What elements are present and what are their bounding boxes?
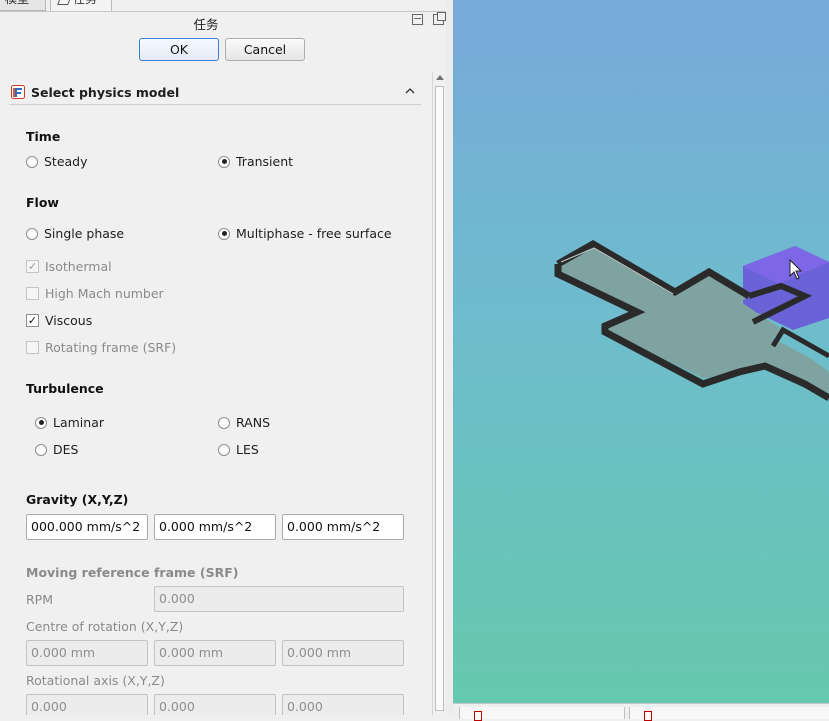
section-title: Select physics model [31, 85, 180, 100]
tab-divider [0, 11, 450, 12]
rpm-label: RPM [26, 592, 54, 607]
panel-splitter[interactable] [446, 0, 453, 715]
radio-rans[interactable]: RANS [218, 415, 270, 430]
radio-laminar[interactable]: Laminar [35, 415, 104, 430]
tab-model-label: 模型 [5, 0, 29, 6]
document-tab-1[interactable] [459, 707, 625, 721]
task-tab-icon [57, 0, 72, 5]
panel-tabs: 模型 任务 [0, 0, 450, 12]
radio-single-phase[interactable]: Single phase [26, 226, 124, 241]
checkbox-isothermal-label: Isothermal [45, 259, 112, 274]
physics-form: Select physics model Time Steady Transie… [0, 72, 432, 715]
radio-single-phase-indicator [26, 227, 38, 240]
chevron-up-icon[interactable] [403, 84, 417, 98]
radio-transient-label: Transient [236, 154, 294, 169]
model-render [554, 239, 829, 402]
radio-transient[interactable]: Transient [218, 154, 293, 169]
checkbox-viscous-box: ✓ [26, 314, 39, 327]
scroll-up-icon[interactable] [436, 75, 444, 80]
axis-y-input[interactable]: 0.000 [154, 694, 276, 715]
radio-les[interactable]: LES [218, 442, 259, 457]
task-panel: 模型 任务 任务 OK Cancel Select physics model … [0, 0, 450, 715]
checkbox-rotating-frame[interactable]: Rotating frame (SRF) [26, 340, 176, 355]
float-window-icon[interactable] [433, 12, 446, 25]
checkbox-high-mach-label: High Mach number [45, 286, 164, 301]
axis-x-input[interactable]: 0.000 [26, 694, 148, 715]
dock-restore-icon[interactable] [412, 14, 423, 25]
radio-transient-indicator [218, 155, 230, 168]
checkbox-viscous-label: Viscous [45, 313, 93, 328]
checkbox-viscous[interactable]: ✓ Viscous [26, 313, 92, 328]
radio-multiphase-label: Multiphase - free surface [236, 226, 392, 241]
axis-z-input[interactable]: 0.000 [282, 694, 404, 715]
centre-of-rotation-label: Centre of rotation (X,Y,Z) [26, 619, 184, 634]
document-tab-2[interactable] [629, 707, 829, 721]
cancel-button-label: Cancel [243, 42, 287, 57]
radio-les-indicator [218, 443, 230, 456]
tab-task-label: 任务 [73, 0, 97, 6]
3d-viewport[interactable] [453, 0, 829, 703]
document-icon [474, 711, 482, 721]
checkbox-isothermal-box: ✓ [26, 260, 39, 273]
radio-multiphase-indicator [218, 227, 230, 240]
ok-button-label: OK [169, 42, 189, 57]
tab-model[interactable]: 模型 [0, 0, 46, 11]
rotational-axis-label: Rotational axis (X,Y,Z) [26, 673, 165, 688]
radio-laminar-indicator [35, 416, 47, 429]
tab-task[interactable]: 任务 [50, 0, 112, 11]
scrollbar-thumb[interactable] [435, 86, 444, 711]
radio-les-label: LES [236, 442, 259, 457]
checkbox-high-mach[interactable]: High Mach number [26, 286, 164, 301]
centre-z-input[interactable]: 0.000 mm [282, 640, 404, 666]
gravity-y-input[interactable]: 0.000 mm/s^2 [154, 514, 276, 540]
radio-steady-label: Steady [44, 154, 88, 169]
turbulence-label: Turbulence [26, 381, 104, 396]
radio-single-phase-label: Single phase [44, 226, 125, 241]
vertical-scrollbar[interactable] [432, 72, 447, 715]
section-header[interactable]: Select physics model [9, 80, 421, 105]
app-logo-icon [11, 85, 25, 99]
checkbox-rotating-frame-box [26, 341, 39, 354]
document-tab-bar [453, 703, 829, 721]
flow-label: Flow [26, 195, 59, 210]
radio-des-label: DES [53, 442, 79, 457]
radio-steady-indicator [26, 155, 38, 168]
checkbox-isothermal[interactable]: ✓ Isothermal [26, 259, 112, 274]
gravity-x-input[interactable]: 000.000 mm/s^2 [26, 514, 148, 540]
time-label: Time [26, 129, 61, 144]
checkbox-rotating-frame-label: Rotating frame (SRF) [45, 340, 177, 355]
document-icon [644, 711, 652, 721]
srf-label: Moving reference frame (SRF) [26, 565, 239, 580]
radio-rans-indicator [218, 416, 230, 429]
radio-laminar-label: Laminar [53, 415, 104, 430]
rpm-input[interactable]: 0.000 [154, 586, 404, 612]
radio-steady[interactable]: Steady [26, 154, 88, 169]
cancel-button[interactable]: Cancel [225, 38, 305, 61]
radio-multiphase[interactable]: Multiphase - free surface [218, 226, 392, 241]
panel-title: 任务 [193, 17, 219, 32]
radio-des-indicator [35, 443, 47, 456]
radio-rans-label: RANS [236, 415, 271, 430]
centre-x-input[interactable]: 0.000 mm [26, 640, 148, 666]
radio-des[interactable]: DES [35, 442, 78, 457]
ok-button[interactable]: OK [139, 38, 219, 61]
gravity-label: Gravity (X,Y,Z) [26, 492, 129, 507]
checkbox-high-mach-box [26, 287, 39, 300]
centre-y-input[interactable]: 0.000 mm [154, 640, 276, 666]
gravity-z-input[interactable]: 0.000 mm/s^2 [282, 514, 404, 540]
